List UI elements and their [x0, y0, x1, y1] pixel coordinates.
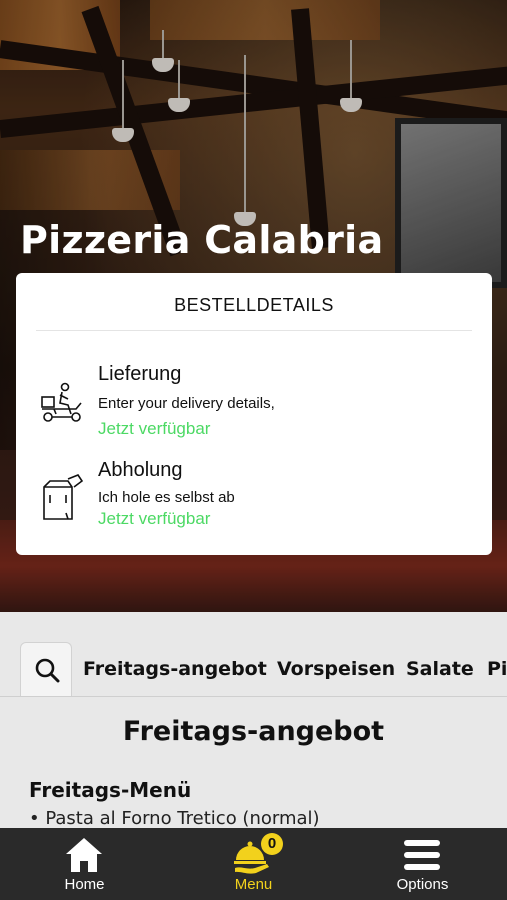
category-tab-pizza[interactable]: Pi — [487, 658, 507, 680]
option-title: Lieferung — [98, 363, 182, 385]
order-details-title: BESTELLDETAILS — [174, 295, 334, 315]
subsection-title: Freitags-Menü — [29, 778, 192, 802]
category-tab-freitags-angebot[interactable]: Freitags-angebot — [83, 658, 267, 680]
home-icon — [66, 838, 102, 872]
nav-menu[interactable]: 0 Menu — [169, 828, 338, 900]
order-details-card: BESTELLDETAILS Lieferung Enter your deli… — [16, 273, 492, 555]
delivery-scooter-icon — [38, 381, 88, 431]
delivery-option[interactable]: Lieferung Enter your delivery details, J… — [16, 361, 492, 441]
option-status: Jetzt verfügbar — [98, 419, 211, 438]
cart-count-badge: 0 — [261, 833, 283, 855]
takeaway-bag-icon — [38, 473, 88, 523]
option-subtitle: Enter your delivery details, — [98, 395, 275, 412]
search-icon — [35, 658, 60, 683]
hamburger-menu-icon — [404, 840, 440, 870]
pickup-option[interactable]: Abholung Ich hole es selbst ab Jetzt ver… — [16, 457, 492, 537]
category-divider — [0, 696, 507, 697]
option-status: Jetzt verfügbar — [98, 509, 211, 528]
category-bar: Freitags-angebot Vorspeisen Salate Pi — [0, 612, 507, 698]
nav-options[interactable]: Options — [338, 828, 507, 900]
section-title: Freitags-angebot — [122, 716, 385, 747]
bottom-navigation: Home 0 Menu Options — [0, 828, 507, 900]
category-tab-salate[interactable]: Salate — [406, 658, 474, 680]
nav-label: Home — [64, 876, 105, 893]
search-button[interactable] — [20, 642, 72, 696]
option-subtitle: Ich hole es selbst ab — [98, 489, 235, 506]
nav-label: Menu — [234, 876, 273, 893]
divider — [36, 330, 472, 331]
menu-item[interactable]: • Pasta al Forno Tretico (normal) — [29, 808, 320, 828]
category-tab-vorspeisen[interactable]: Vorspeisen — [277, 658, 395, 680]
restaurant-name: Pizzeria Calabria — [20, 218, 384, 262]
menu-section: Freitags-angebot Freitags-Menü • Pasta a… — [0, 698, 507, 828]
nav-label: Options — [396, 876, 449, 893]
option-title: Abholung — [98, 459, 183, 481]
nav-home[interactable]: Home — [0, 828, 169, 900]
